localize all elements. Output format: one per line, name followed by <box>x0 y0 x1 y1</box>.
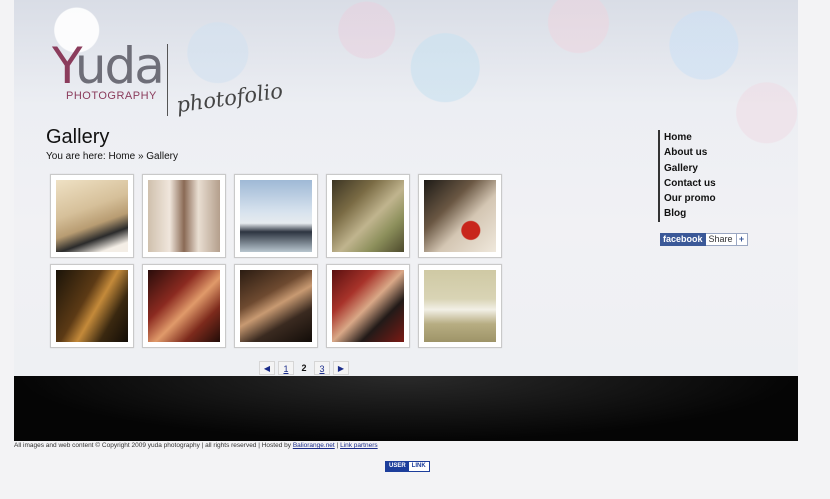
logo-divider <box>167 44 168 116</box>
gallery-thumbnail[interactable] <box>142 264 226 348</box>
gallery-thumbnail[interactable] <box>234 264 318 348</box>
photo-couple-rings <box>148 270 220 342</box>
page-link-1[interactable]: 1 <box>278 361 294 375</box>
breadcrumb-home-link[interactable]: Home <box>108 151 135 162</box>
page-title: Gallery <box>46 126 110 148</box>
nav-item-blog[interactable]: Blog <box>664 206 716 221</box>
photo-couple-bar <box>240 270 312 342</box>
logo-script: photofolio <box>174 78 285 118</box>
photo-couple-closeup <box>332 270 404 342</box>
gallery-thumbnail[interactable] <box>234 174 318 258</box>
nav-item-gallery[interactable]: Gallery <box>664 161 716 176</box>
nav-item-our-promo[interactable]: Our promo <box>664 191 716 206</box>
logo-subtitle: PHOTOGRAPHY <box>66 90 157 102</box>
main-nav: Home About us Gallery Contact us Our pro… <box>658 130 716 222</box>
gallery-thumbnail[interactable] <box>326 174 410 258</box>
host-link[interactable]: Baliorange.net <box>293 442 335 449</box>
footer: All images and web content © Copyright 2… <box>14 442 378 449</box>
photo-couple-wall <box>56 180 128 252</box>
breadcrumb-separator: » <box>137 151 144 162</box>
breadcrumb: You are here: Home » Gallery <box>46 151 178 162</box>
link-partners-link[interactable]: Link partners <box>340 442 378 449</box>
footer-band <box>14 376 798 441</box>
facebook-icon: facebook <box>660 233 706 246</box>
photo-couple-reflection <box>148 180 220 252</box>
share-label: Share <box>705 233 737 246</box>
prev-page-button[interactable]: ◀ <box>259 361 275 375</box>
footer-separator: | <box>336 442 339 449</box>
page-link-3[interactable]: 3 <box>314 361 330 375</box>
userlink-left: USER <box>386 462 409 471</box>
pagination: ◀ 1 2 3 ▶ <box>259 361 349 375</box>
photo-couple-garden <box>332 180 404 252</box>
gallery-thumbnail[interactable] <box>326 264 410 348</box>
gallery-thumbnail[interactable] <box>418 264 502 348</box>
nav-item-contact-us[interactable]: Contact us <box>664 176 716 191</box>
userlink-badge[interactable]: USER LINK <box>385 461 430 472</box>
userlink-right: LINK <box>408 462 429 471</box>
nav-item-home[interactable]: Home <box>664 130 716 145</box>
breadcrumb-current: Gallery <box>146 151 178 162</box>
plus-icon: + <box>736 233 748 246</box>
breadcrumb-prefix: You are here: <box>46 151 106 162</box>
page-current-2: 2 <box>301 363 307 373</box>
gallery-thumbnail[interactable] <box>142 174 226 258</box>
gallery-thumbnail[interactable] <box>418 174 502 258</box>
copyright-text: All images and web content © Copyright 2… <box>14 442 291 449</box>
logo-word: Yuda <box>52 37 165 95</box>
gallery-thumbnail[interactable] <box>50 174 134 258</box>
photo-couple-beach <box>424 270 496 342</box>
photo-couple-apples <box>424 180 496 252</box>
facebook-share-button[interactable]: facebook Share + <box>660 233 748 246</box>
nav-item-about-us[interactable]: About us <box>664 145 716 160</box>
photo-couple-sky <box>240 180 312 252</box>
photo-silhouette-kiss <box>56 270 128 342</box>
gallery-thumbnail[interactable] <box>50 264 134 348</box>
site-logo[interactable]: Yuda PHOTOGRAPHY photofolio <box>52 37 285 120</box>
next-page-button[interactable]: ▶ <box>333 361 349 375</box>
